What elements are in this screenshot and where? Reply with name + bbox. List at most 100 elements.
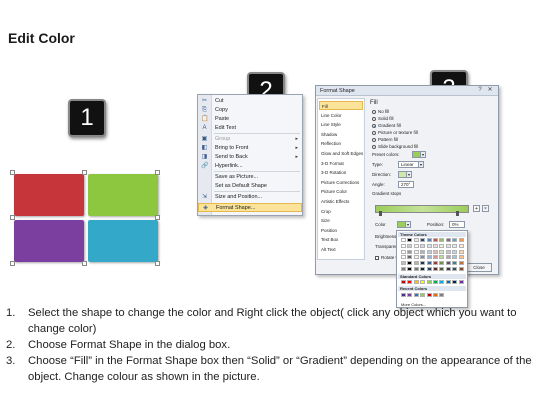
- color-swatch[interactable]: [452, 243, 458, 248]
- nav-item-picture-corrections[interactable]: Picture Corrections: [319, 178, 363, 187]
- menu-item-copy[interactable]: ⎘ Copy: [198, 106, 302, 115]
- color-swatch[interactable]: [426, 280, 432, 284]
- color-swatch[interactable]: [439, 261, 445, 266]
- color-swatch[interactable]: [445, 249, 451, 254]
- purple-shape[interactable]: [14, 220, 84, 262]
- color-swatch[interactable]: [452, 238, 458, 242]
- resize-handle[interactable]: [82, 261, 87, 266]
- color-swatch[interactable]: [401, 255, 406, 260]
- add-stop-button[interactable]: +: [473, 205, 480, 212]
- color-swatch[interactable]: [439, 243, 445, 248]
- color-swatch[interactable]: [458, 249, 464, 254]
- color-swatch[interactable]: [407, 243, 413, 248]
- color-swatch[interactable]: [433, 261, 438, 266]
- blue-shape[interactable]: [88, 220, 158, 262]
- color-swatch[interactable]: [426, 249, 432, 254]
- color-swatch[interactable]: [439, 238, 445, 242]
- color-swatch[interactable]: [420, 238, 426, 242]
- menu-item-paste[interactable]: 📋 Paste: [198, 115, 302, 124]
- gradient-bar[interactable]: [375, 205, 469, 213]
- color-swatch[interactable]: [413, 243, 419, 248]
- color-swatch[interactable]: [413, 255, 419, 260]
- color-swatch[interactable]: [445, 255, 451, 260]
- color-swatch[interactable]: [433, 293, 438, 297]
- color-dropdown[interactable]: ▾: [397, 221, 411, 228]
- color-swatch[interactable]: [439, 255, 445, 260]
- color-swatch[interactable]: [401, 238, 406, 242]
- nav-item-line-style[interactable]: Line Style: [319, 120, 363, 129]
- gradient-stop[interactable]: [456, 211, 459, 216]
- color-swatch[interactable]: [458, 267, 464, 271]
- color-swatch[interactable]: [420, 267, 426, 271]
- nav-item-shadow[interactable]: Shadow: [319, 130, 363, 139]
- color-swatch[interactable]: [445, 280, 451, 284]
- color-swatch[interactable]: [407, 249, 413, 254]
- green-shape[interactable]: [88, 174, 158, 216]
- color-swatch[interactable]: [407, 280, 413, 284]
- color-swatch[interactable]: [439, 293, 445, 297]
- red-shape[interactable]: [14, 174, 84, 216]
- nav-item-picture-color[interactable]: Picture Color: [319, 187, 363, 196]
- menu-item-cut[interactable]: ✂ Cut: [198, 97, 302, 106]
- menu-item-send-to-back[interactable]: ◨ Send to Back ▸: [198, 153, 302, 162]
- color-swatch[interactable]: [413, 267, 419, 271]
- color-swatch[interactable]: [401, 261, 406, 266]
- menu-item-size-position[interactable]: ⇲ Size and Position...: [198, 193, 302, 202]
- nav-item-alt-text[interactable]: Alt Text: [319, 245, 363, 254]
- color-swatch[interactable]: [413, 238, 419, 242]
- color-swatch[interactable]: [407, 238, 413, 242]
- resize-handle[interactable]: [155, 215, 160, 220]
- color-swatch[interactable]: [401, 249, 406, 254]
- nav-item-line-color[interactable]: Line Color: [319, 111, 363, 120]
- color-swatch[interactable]: [433, 267, 438, 271]
- color-swatch[interactable]: [433, 238, 438, 242]
- color-swatch[interactable]: [452, 280, 458, 284]
- color-swatch[interactable]: [426, 293, 432, 297]
- color-swatch[interactable]: [445, 261, 451, 266]
- color-swatch[interactable]: [439, 249, 445, 254]
- resize-handle[interactable]: [10, 215, 15, 220]
- nav-item-position[interactable]: Position: [319, 226, 363, 235]
- color-swatch[interactable]: [452, 261, 458, 266]
- color-swatch[interactable]: [401, 293, 406, 297]
- color-swatch[interactable]: [413, 280, 419, 284]
- menu-item-bring-to-front[interactable]: ◧ Bring to Front ▸: [198, 144, 302, 153]
- resize-handle[interactable]: [155, 170, 160, 175]
- nav-item-size[interactable]: Size: [319, 216, 363, 225]
- nav-item-text-box[interactable]: Text Box: [319, 235, 363, 244]
- color-swatch[interactable]: [426, 243, 432, 248]
- color-swatch[interactable]: [426, 261, 432, 266]
- color-swatch[interactable]: [452, 267, 458, 271]
- resize-handle[interactable]: [155, 261, 160, 266]
- nav-item-glow-and-soft-edges[interactable]: Glow and Soft Edges: [319, 149, 363, 158]
- nav-item-artistic-effects[interactable]: Artistic Effects: [319, 197, 363, 206]
- resize-handle[interactable]: [10, 170, 15, 175]
- color-swatch[interactable]: [458, 280, 464, 284]
- color-swatch[interactable]: [420, 280, 426, 284]
- color-swatch[interactable]: [439, 267, 445, 271]
- color-swatch[interactable]: [445, 238, 451, 242]
- color-swatch[interactable]: [452, 249, 458, 254]
- color-swatch[interactable]: [426, 267, 432, 271]
- color-swatch[interactable]: [401, 280, 406, 284]
- gradient-stop[interactable]: [379, 211, 382, 216]
- color-swatch[interactable]: [420, 255, 426, 260]
- color-swatch[interactable]: [407, 261, 413, 266]
- color-swatch[interactable]: [413, 249, 419, 254]
- color-swatch[interactable]: [401, 243, 406, 248]
- color-swatch[interactable]: [420, 249, 426, 254]
- color-swatch[interactable]: [445, 243, 451, 248]
- menu-item-edit-text[interactable]: A Edit Text: [198, 124, 302, 133]
- nav-item-fill[interactable]: Fill: [319, 101, 363, 110]
- menu-item-default-shape[interactable]: Set as Default Shape: [198, 182, 302, 191]
- color-swatch[interactable]: [420, 243, 426, 248]
- remove-stop-button[interactable]: ×: [482, 205, 489, 212]
- nav-item-3-d-format[interactable]: 3-D Format: [319, 159, 363, 168]
- nav-item-3-d-rotation[interactable]: 3-D Rotation: [319, 168, 363, 177]
- shape-group[interactable]: [10, 170, 160, 266]
- color-swatch[interactable]: [458, 255, 464, 260]
- color-swatch[interactable]: [452, 255, 458, 260]
- color-swatch[interactable]: [420, 293, 426, 297]
- color-swatch[interactable]: [426, 238, 432, 242]
- color-swatch[interactable]: [458, 261, 464, 266]
